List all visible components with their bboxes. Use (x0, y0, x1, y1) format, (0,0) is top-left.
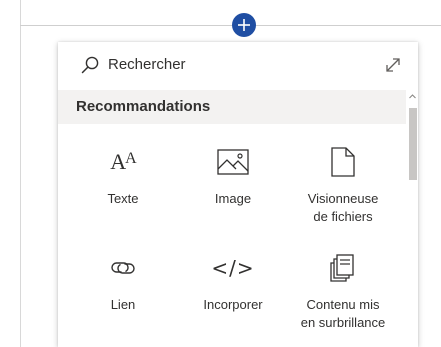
section-title: Recommandations (76, 98, 211, 115)
tile-label: Texte (107, 191, 139, 206)
tile-label: Lien (110, 297, 136, 312)
text-icon: AA (110, 149, 136, 174)
canvas-left-border (20, 0, 21, 347)
section-divider-line (20, 25, 441, 26)
embed-icon: </> (211, 256, 255, 280)
tile-label: Image (214, 191, 252, 206)
image-icon (178, 142, 288, 182)
file-viewer-icon (288, 142, 398, 182)
tile-label: Incorporer (203, 297, 263, 312)
tile-label: Contenu mis en surbrillance (300, 297, 386, 330)
webpart-tile-highlighted-content[interactable]: Contenu mis en surbrillance (288, 248, 398, 344)
webpart-tile-link[interactable]: Lien (68, 248, 178, 344)
highlighted-content-icon (288, 248, 398, 288)
webpart-tile-file-viewer[interactable]: Visionneuse de fichiers (288, 142, 398, 238)
search-row (58, 42, 418, 86)
section-header: Recommandations (58, 90, 406, 124)
link-icon (68, 248, 178, 288)
plus-icon (238, 19, 250, 31)
search-icon (81, 56, 99, 74)
webpart-toolbox-panel: Recommandations AA Texte Image (58, 42, 418, 347)
webpart-tile-text[interactable]: AA Texte (68, 142, 178, 238)
webpart-tile-embed[interactable]: </> Incorporer (178, 248, 288, 344)
scrollbar-thumb[interactable] (409, 108, 417, 180)
chevron-up-icon[interactable] (408, 92, 417, 101)
search-input[interactable] (108, 53, 358, 75)
webpart-tile-image[interactable]: Image (178, 142, 288, 238)
expand-icon[interactable] (384, 56, 402, 74)
add-webpart-button[interactable] (232, 13, 256, 37)
tile-label: Visionneuse de fichiers (307, 191, 379, 224)
